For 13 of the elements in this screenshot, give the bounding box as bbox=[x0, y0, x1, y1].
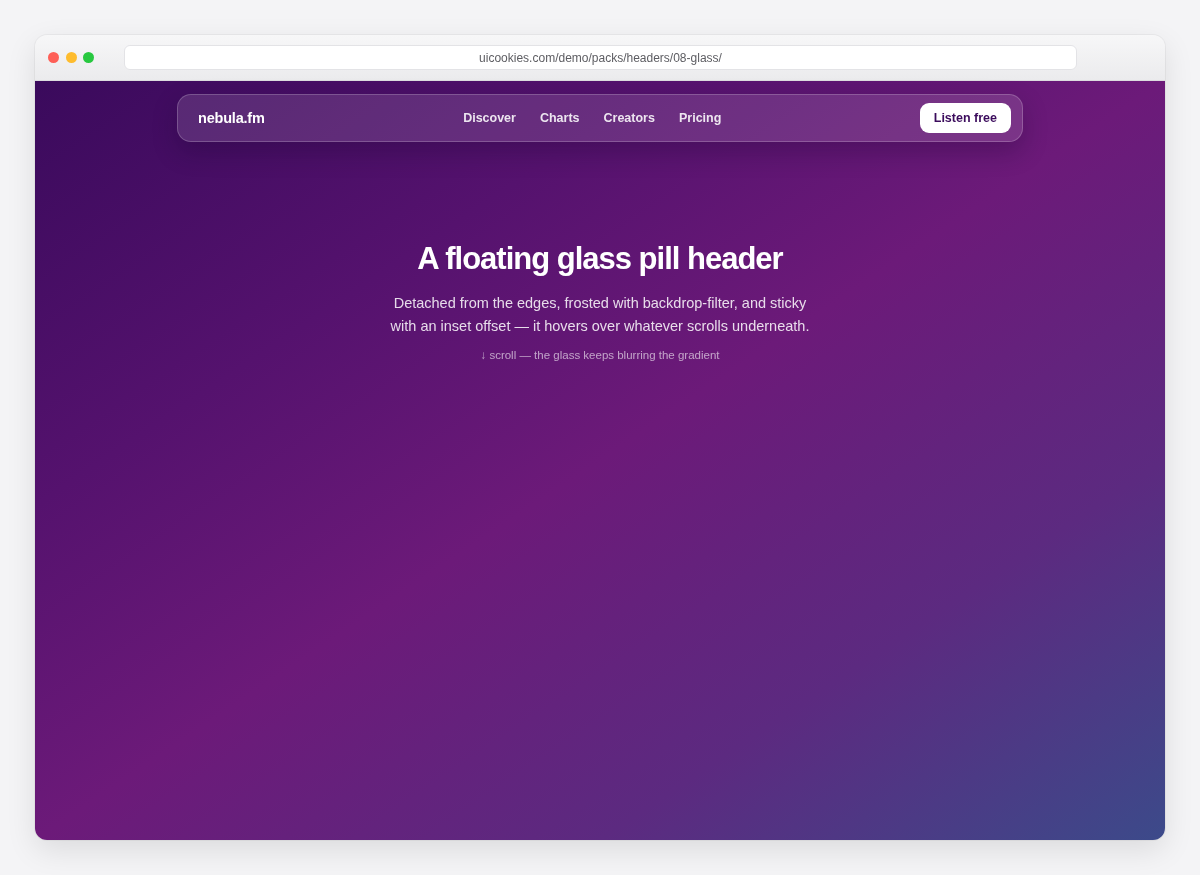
address-bar[interactable]: uicookies.com/demo/packs/headers/08-glass/ bbox=[124, 45, 1077, 70]
zoom-dot-icon[interactable] bbox=[83, 52, 94, 63]
listen-free-button[interactable]: Listen free bbox=[919, 103, 1011, 133]
scroll-hint: ↓ scroll — the glass keeps blurring the gradient bbox=[480, 349, 720, 361]
nav-link[interactable]: Creators bbox=[603, 111, 655, 125]
close-dot-icon[interactable] bbox=[48, 52, 59, 63]
nav-link[interactable]: Discover bbox=[463, 111, 516, 125]
hero-description: Detached from the edges, frosted with backdrop-filter, and sticky with an inset offset — it hovers over whatever scrolls underneath. bbox=[389, 294, 811, 336]
nav-link[interactable]: Charts bbox=[539, 111, 580, 125]
logo[interactable]: nebula.fm bbox=[198, 110, 265, 126]
minimize-dot-icon[interactable] bbox=[65, 52, 77, 63]
hero-title: A floating glass pill header bbox=[417, 240, 783, 278]
nav-link[interactable]: Pricing bbox=[678, 111, 722, 125]
